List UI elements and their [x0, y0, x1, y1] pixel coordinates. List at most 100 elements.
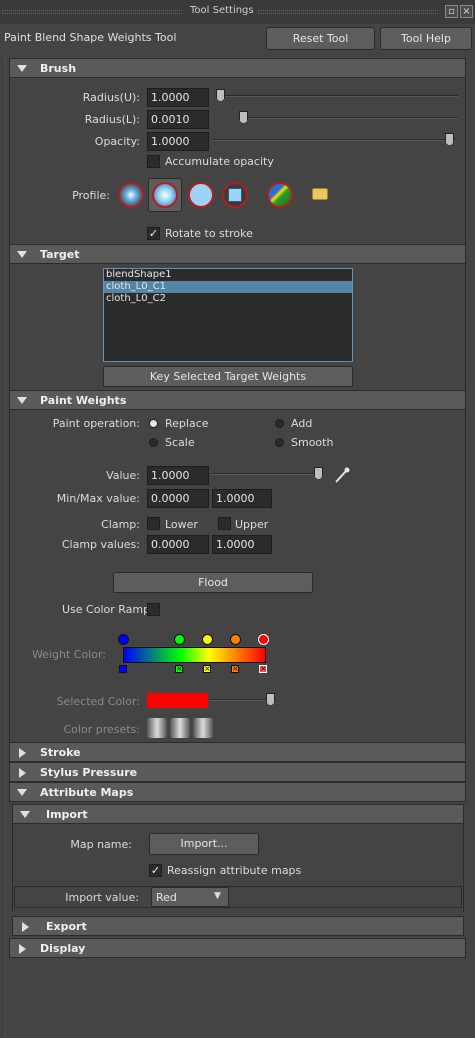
- clamp-min-field[interactable]: 0.0000: [147, 535, 209, 554]
- use-color-ramp-label: Use Color Ramp: [62, 603, 151, 616]
- drag-grip[interactable]: [258, 10, 438, 14]
- ramp-marker-yellow[interactable]: ×: [203, 665, 211, 673]
- section-stroke-header[interactable]: Stroke: [9, 742, 466, 762]
- ramp-marker-blue[interactable]: [119, 665, 127, 673]
- profile-solid-circle-icon[interactable]: [186, 180, 216, 210]
- profile-soft-icon[interactable]: [116, 180, 146, 210]
- import-value-dropdown[interactable]: Red ▼: [151, 887, 229, 907]
- section-paint-weights-header[interactable]: Paint Weights: [9, 390, 466, 410]
- smooth-label: Smooth: [291, 436, 334, 449]
- opacity-slider[interactable]: [212, 139, 456, 141]
- expand-arrow-icon: [17, 789, 27, 796]
- clamp-max-field[interactable]: 1.0000: [212, 535, 272, 554]
- color-preset-2[interactable]: [170, 718, 190, 738]
- clamp-upper-checkbox[interactable]: [218, 517, 231, 530]
- eyedropper-icon[interactable]: [333, 466, 351, 484]
- accumulate-opacity-checkbox[interactable]: [147, 155, 160, 168]
- collapse-arrow-icon: [19, 768, 26, 778]
- section-label: Display: [40, 942, 86, 955]
- color-preset-3[interactable]: [193, 718, 213, 738]
- section-label: Stroke: [40, 746, 81, 759]
- value-slider[interactable]: [212, 473, 324, 475]
- section-attribute-maps-header[interactable]: Attribute Maps: [9, 782, 466, 802]
- section-export-header[interactable]: Export: [12, 916, 464, 936]
- ramp-key-yellow[interactable]: [202, 634, 213, 645]
- profile-square-icon[interactable]: [220, 180, 250, 210]
- dropdown-arrow-icon: ▼: [214, 891, 221, 901]
- expand-arrow-icon: [20, 811, 30, 818]
- import-value-text: Red: [156, 891, 177, 904]
- key-selected-target-weights-button[interactable]: Key Selected Target Weights: [103, 366, 353, 387]
- value-field[interactable]: 1.0000: [147, 466, 209, 485]
- window-title: Tool Settings: [190, 5, 254, 16]
- radius-l-slider[interactable]: [240, 117, 458, 119]
- tool-help-button[interactable]: Tool Help: [380, 27, 472, 50]
- radius-u-slider[interactable]: [216, 95, 458, 97]
- section-label: Attribute Maps: [40, 786, 134, 799]
- window-titlebar: Tool Settings ▫ ×: [0, 0, 475, 24]
- collapse-arrow-icon: [22, 922, 29, 932]
- close-icon[interactable]: ×: [460, 5, 473, 18]
- section-brush-header[interactable]: Brush: [9, 58, 466, 78]
- target-list[interactable]: blendShape1 cloth_L0_C1 cloth_L0_C2: [103, 268, 353, 362]
- section-import-header[interactable]: Import: [12, 804, 464, 824]
- reset-tool-button[interactable]: Reset Tool: [266, 27, 375, 50]
- list-item[interactable]: blendShape1: [104, 269, 352, 281]
- replace-radio[interactable]: [149, 419, 158, 428]
- max-value-field[interactable]: 1.0000: [212, 489, 272, 508]
- smooth-radio[interactable]: [275, 438, 284, 447]
- radius-u-label: Radius(U):: [82, 91, 140, 104]
- scale-radio[interactable]: [149, 438, 158, 447]
- dock-edge: [0, 56, 6, 1038]
- map-name-label: Map name:: [70, 838, 132, 851]
- color-preset-1[interactable]: [147, 718, 167, 738]
- ramp-marker-orange[interactable]: ×: [231, 665, 239, 673]
- scale-label: Scale: [165, 436, 195, 449]
- clamp-values-label: Clamp values:: [61, 538, 140, 551]
- weight-color-label: Weight Color:: [31, 648, 106, 661]
- add-radio[interactable]: [275, 419, 284, 428]
- expand-arrow-icon: [17, 251, 27, 258]
- selected-color-slider[interactable]: [210, 699, 274, 701]
- use-color-ramp-checkbox[interactable]: [147, 603, 160, 616]
- section-display-header[interactable]: Display: [9, 938, 466, 958]
- paint-operation-label: Paint operation:: [52, 417, 140, 430]
- selected-color-label: Selected Color:: [56, 695, 140, 708]
- profile-gaussian-icon[interactable]: [148, 178, 182, 212]
- weight-color-ramp[interactable]: [123, 647, 266, 663]
- ramp-key-red[interactable]: [258, 634, 269, 645]
- radius-u-field[interactable]: 1.0000: [147, 88, 209, 107]
- expand-arrow-icon: [17, 65, 27, 72]
- section-label: Target: [40, 248, 80, 261]
- profile-image-icon[interactable]: [265, 180, 295, 210]
- list-item[interactable]: cloth_L0_C2: [104, 293, 352, 305]
- tool-name: Paint Blend Shape Weights Tool: [4, 31, 177, 44]
- ramp-key-orange[interactable]: [230, 634, 241, 645]
- list-item[interactable]: cloth_L0_C1: [104, 281, 352, 293]
- import-button[interactable]: Import...: [149, 833, 259, 855]
- section-label: Export: [46, 920, 87, 933]
- ramp-marker-red[interactable]: ×: [259, 665, 267, 673]
- section-stylus-pressure-header[interactable]: Stylus Pressure: [9, 762, 466, 782]
- opacity-field[interactable]: 1.0000: [147, 132, 209, 151]
- folder-icon[interactable]: [312, 188, 328, 200]
- clamp-lower-checkbox[interactable]: [147, 517, 160, 530]
- rotate-to-stroke-label: Rotate to stroke: [165, 227, 253, 240]
- radius-l-field[interactable]: 0.0010: [147, 110, 209, 129]
- ramp-key-blue[interactable]: [118, 634, 129, 645]
- drag-grip[interactable]: [2, 10, 182, 14]
- ramp-marker-green[interactable]: ×: [175, 665, 183, 673]
- collapse-arrow-icon: [19, 944, 26, 954]
- reassign-maps-label: Reassign attribute maps: [167, 864, 302, 877]
- reassign-maps-checkbox[interactable]: ✓: [149, 864, 162, 877]
- restore-icon[interactable]: ▫: [445, 5, 458, 18]
- rotate-to-stroke-checkbox[interactable]: ✓: [147, 227, 160, 240]
- min-value-field[interactable]: 0.0000: [147, 489, 209, 508]
- value-label: Value:: [106, 469, 140, 482]
- selected-color-swatch[interactable]: [147, 693, 208, 708]
- radius-l-label: Radius(L):: [84, 113, 140, 126]
- section-target-header[interactable]: Target: [9, 244, 466, 264]
- replace-label: Replace: [165, 417, 209, 430]
- flood-button[interactable]: Flood: [113, 572, 313, 593]
- ramp-key-green[interactable]: [174, 634, 185, 645]
